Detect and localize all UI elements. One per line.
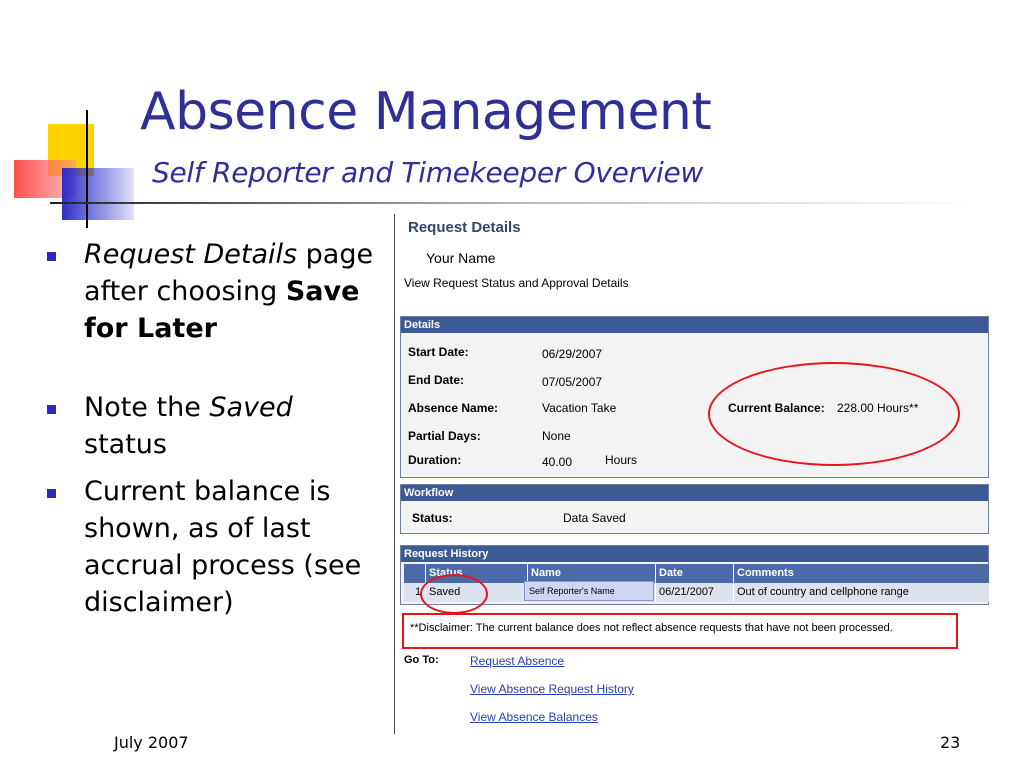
row-date: 06/21/2007 xyxy=(656,583,734,602)
partial-days-value: None xyxy=(542,429,571,443)
slide-subtitle: Self Reporter and Timekeeper Overview xyxy=(152,156,704,189)
history-col-comments[interactable]: Comments xyxy=(734,564,990,583)
workflow-header: Workflow xyxy=(401,485,988,501)
request-details-screen: Request Details Your Name View Request S… xyxy=(394,214,994,734)
partial-days-label: Partial Days: xyxy=(408,429,481,443)
bullet-marker xyxy=(47,252,56,261)
decor-vertical-line xyxy=(86,110,88,228)
absence-name-value: Vacation Take xyxy=(542,401,617,415)
duration-unit: Hours xyxy=(605,453,638,467)
request-absence-link[interactable]: Request Absence xyxy=(470,654,564,668)
user-name: Your Name xyxy=(426,250,496,266)
bullet-text: status xyxy=(84,429,167,460)
bullet-text: Current balance is shown, as of last acc… xyxy=(84,476,362,618)
absence-name-label: Absence Name: xyxy=(408,401,499,415)
history-header-row: Status Name Date Comments xyxy=(404,564,990,583)
request-history-header: Request History xyxy=(401,546,988,562)
bullet-list: Request Details page after choosing Save… xyxy=(44,236,384,621)
goto-label: Go To: xyxy=(404,654,439,666)
slide-title: Absence Management xyxy=(140,82,712,142)
table-row: 1 Saved 06/21/2007 Out of country and ce… xyxy=(404,583,990,602)
status-value: Data Saved xyxy=(563,511,626,525)
request-history-panel: Request History Status Name Date Comment… xyxy=(400,545,990,605)
end-date-value: 07/05/2007 xyxy=(542,375,603,389)
start-date-label: Start Date: xyxy=(408,345,469,359)
decor-title-underline xyxy=(50,202,980,204)
duration-value: 40.00 xyxy=(542,455,573,469)
bullet-em: Request Details xyxy=(84,239,298,270)
status-label: Status: xyxy=(412,511,453,525)
bullet-request-details: Request Details page after choosing Save… xyxy=(44,236,384,347)
history-col-num xyxy=(404,564,426,583)
details-header: Details xyxy=(401,317,988,333)
end-date-label: End Date: xyxy=(408,373,465,387)
duration-label: Duration: xyxy=(408,453,462,467)
absence-request-history-link[interactable]: View Absence Request History xyxy=(470,682,634,696)
bullet-saved-status: Note the Saved status xyxy=(44,389,384,463)
bullet-marker xyxy=(47,405,56,414)
page-title: Request Details xyxy=(408,219,521,236)
history-col-date[interactable]: Date xyxy=(656,564,734,583)
name-tooltip: Self Reporter's Name xyxy=(524,581,654,601)
bullet-text: Note the xyxy=(84,392,210,423)
workflow-panel: Workflow Status: Data Saved xyxy=(400,484,989,534)
start-date-value: 06/29/2007 xyxy=(542,347,603,361)
row-comments: Out of country and cellphone range xyxy=(734,583,990,602)
bullet-marker xyxy=(47,489,56,498)
bullet-current-balance: Current balance is shown, as of last acc… xyxy=(44,473,384,621)
absence-balances-link[interactable]: View Absence Balances xyxy=(470,710,598,724)
footer-date: July 2007 xyxy=(114,733,189,752)
disclaimer-highlight xyxy=(402,613,958,649)
decor-blue-square xyxy=(62,168,134,220)
view-status-text: View Request Status and Approval Details xyxy=(404,276,629,290)
current-balance-highlight xyxy=(708,362,960,466)
saved-status-highlight xyxy=(420,574,488,614)
history-table: Status Name Date Comments 1 Saved 06/21/… xyxy=(404,564,990,602)
bullet-em: Saved xyxy=(209,392,293,423)
page-number: 23 xyxy=(940,733,961,752)
